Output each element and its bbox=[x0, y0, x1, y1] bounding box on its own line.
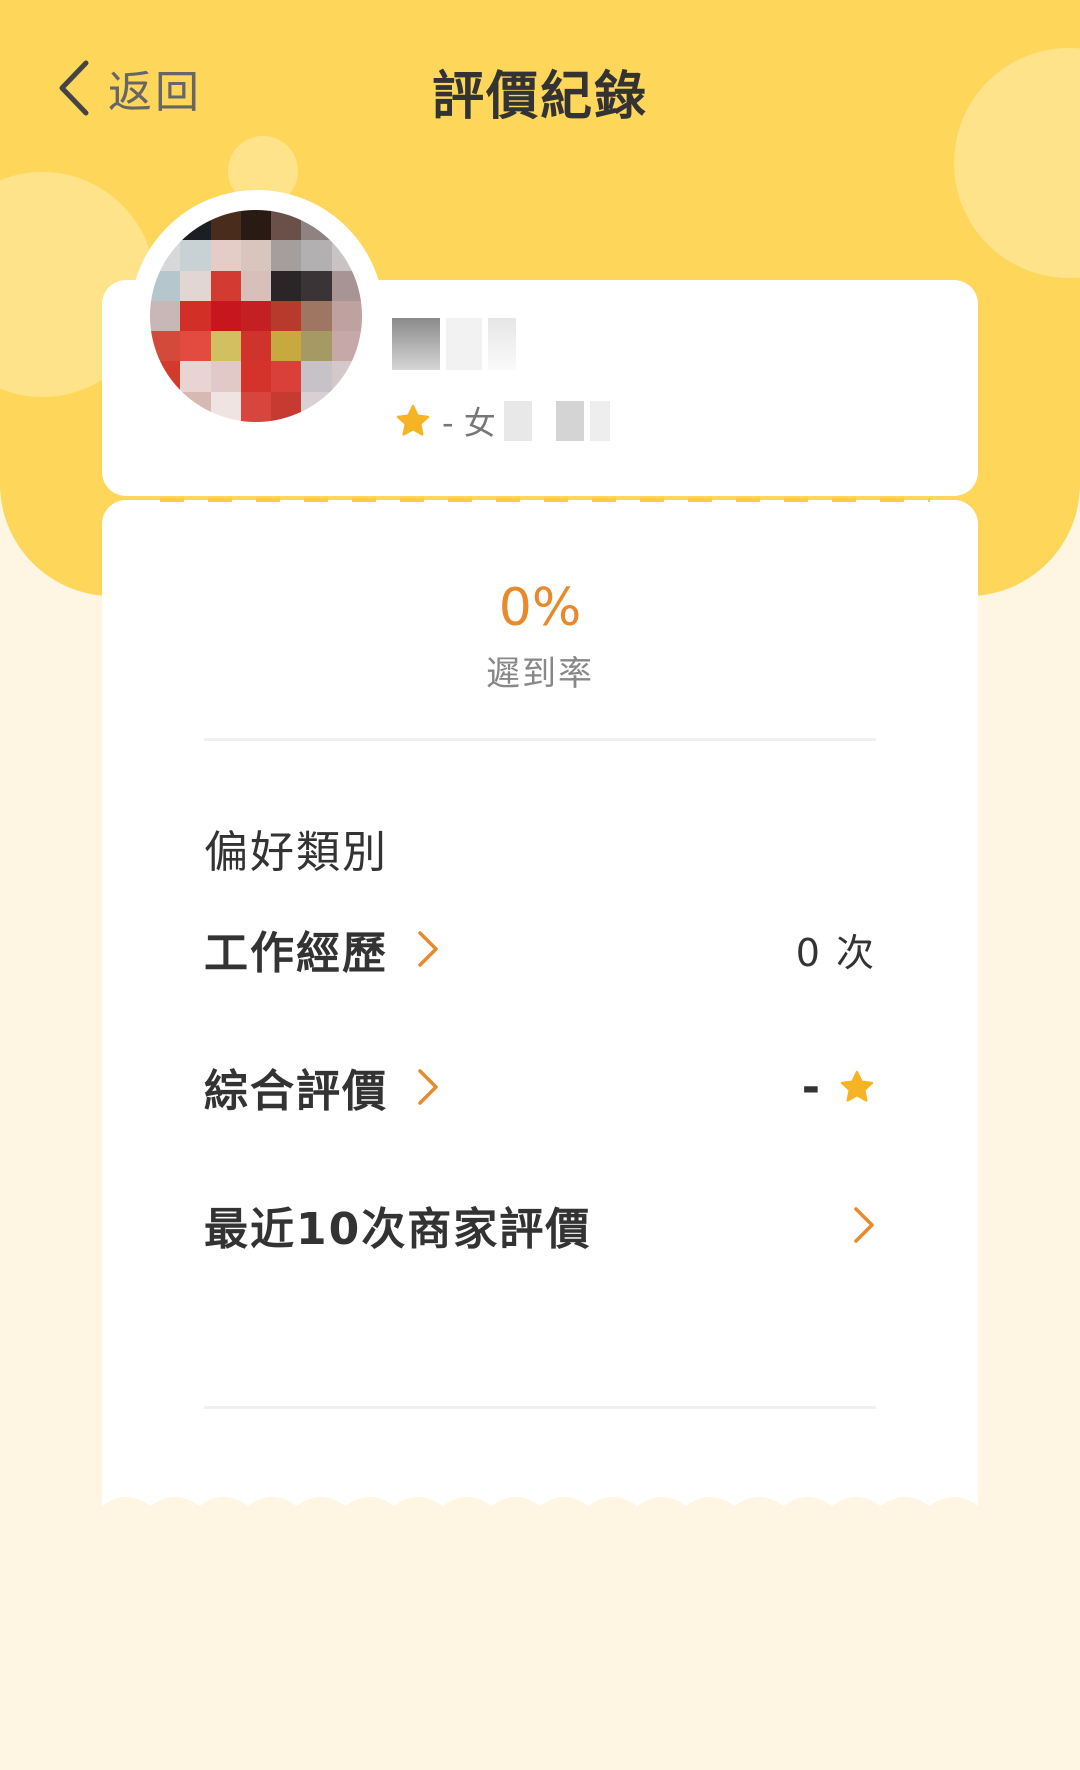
star-icon bbox=[396, 404, 430, 436]
overall-rating-label: 綜合評價 bbox=[204, 1066, 388, 1117]
profile-sub-text: - 女 bbox=[442, 404, 496, 442]
late-rate-value: 0% bbox=[498, 578, 582, 638]
chevron-right-icon bbox=[418, 931, 438, 967]
section-title: 偏好類別 bbox=[204, 827, 388, 878]
chevron-right-icon bbox=[854, 1207, 874, 1243]
age-blurred bbox=[503, 401, 610, 441]
chevron-right-icon bbox=[418, 1069, 438, 1105]
recent-merchant-reviews-row[interactable]: 最近10次商家評價 bbox=[204, 1190, 876, 1260]
work-history-label: 工作經歷 bbox=[204, 928, 388, 979]
page-title: 評價紀錄 bbox=[431, 67, 648, 127]
divider bbox=[204, 738, 876, 741]
divider bbox=[204, 1406, 876, 1409]
zigzag-edge bbox=[102, 1497, 978, 1514]
recent-merchant-reviews-label: 最近10次商家評價 bbox=[204, 1204, 592, 1255]
work-history-row[interactable]: 工作經歷 0 次 bbox=[204, 914, 876, 984]
overall-rating-row[interactable]: 綜合評價 - bbox=[204, 1052, 876, 1122]
name-blurred bbox=[392, 318, 542, 370]
work-history-count: 0 次 bbox=[795, 930, 876, 975]
overall-rating-value: - bbox=[801, 1061, 820, 1113]
dashed-divider bbox=[160, 498, 930, 502]
avatar[interactable] bbox=[150, 210, 362, 422]
star-icon bbox=[840, 1070, 874, 1102]
late-rate-label: 遲到率 bbox=[486, 654, 594, 694]
profile-subline: - 女 bbox=[394, 396, 610, 446]
